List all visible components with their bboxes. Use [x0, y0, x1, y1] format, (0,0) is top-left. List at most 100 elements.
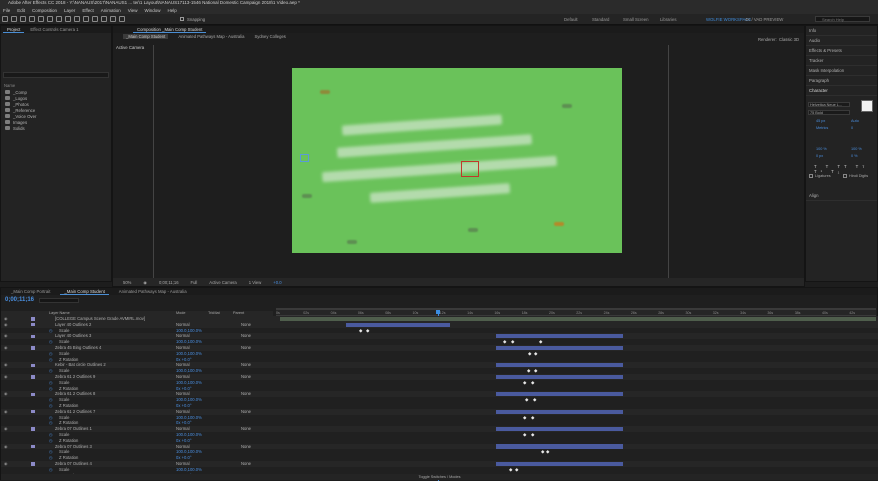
font-style-select[interactable]: 75 Bold: [808, 110, 850, 115]
col-trkmat[interactable]: TrkMat: [208, 311, 220, 315]
anchor-point-box[interactable]: [461, 161, 479, 177]
hindi-digits-checkbox[interactable]: [843, 174, 847, 178]
tab-main-comp-student[interactable]: _Main Comp Student: [60, 289, 109, 295]
kerning-value[interactable]: Metrics: [816, 126, 828, 130]
tracking-value[interactable]: 0: [851, 126, 853, 130]
panel-audio[interactable]: Audio: [806, 36, 877, 46]
label-color-icon[interactable]: [31, 409, 35, 414]
layer-duration-bar[interactable]: [496, 334, 623, 339]
search-help-input[interactable]: Search Help: [815, 16, 870, 22]
label-color-icon[interactable]: [31, 317, 35, 321]
zoom-tool-icon[interactable]: [20, 16, 26, 22]
label-color-icon[interactable]: [31, 363, 35, 368]
type-tool-icon[interactable]: [74, 16, 80, 22]
composition-viewer-canvas[interactable]: [292, 68, 622, 253]
vertical-scale-value[interactable]: 100 %: [816, 147, 827, 151]
col-parent[interactable]: Parent: [233, 311, 244, 315]
workspace-standard[interactable]: Standard: [592, 17, 609, 22]
breadcrumb-main-comp[interactable]: _Main Comp Student: [123, 33, 169, 39]
panel-mask-interpolation[interactable]: Mask Interpolation: [806, 66, 877, 76]
playhead-handle[interactable]: [436, 310, 440, 314]
name-column-header[interactable]: Name: [4, 83, 15, 88]
menu-help[interactable]: Help: [167, 8, 176, 13]
label-color-icon[interactable]: [31, 334, 35, 339]
label-color-icon[interactable]: [31, 346, 35, 350]
layer-duration-bar[interactable]: [496, 392, 623, 397]
font-size-value[interactable]: 45 px: [816, 119, 825, 123]
view-dropdown[interactable]: Active Camera: [209, 280, 236, 285]
layer-duration-bar[interactable]: [496, 363, 623, 368]
layer-duration-bar[interactable]: [346, 322, 450, 327]
menu-file[interactable]: File: [3, 8, 10, 13]
tab-project[interactable]: Project: [3, 27, 25, 33]
snapping-checkbox[interactable]: [180, 17, 184, 21]
menu-view[interactable]: View: [128, 8, 138, 13]
selection-tool-icon[interactable]: [2, 16, 8, 22]
breadcrumb-sydney[interactable]: Sydney Colleges: [254, 34, 285, 39]
layer-duration-bar[interactable]: [496, 444, 623, 449]
layer-duration-bar[interactable]: [496, 461, 623, 466]
menu-edit[interactable]: Edit: [17, 8, 25, 13]
panel-tracker[interactable]: Tracker: [806, 56, 877, 66]
hand-tool-icon[interactable]: [11, 16, 17, 22]
label-color-icon[interactable]: [31, 322, 35, 327]
layer-duration-bar[interactable]: [280, 316, 876, 321]
menu-layer[interactable]: Layer: [64, 8, 75, 13]
tab-animated-pathways[interactable]: Animated Pathways Map - Australia: [115, 289, 191, 295]
horizontal-scale-value[interactable]: 100 %: [851, 147, 862, 151]
timeline-search-input[interactable]: [39, 298, 79, 303]
label-color-icon[interactable]: [31, 427, 35, 431]
roto-brush-tool-icon[interactable]: [110, 16, 116, 22]
camera-tool-icon[interactable]: [38, 16, 44, 22]
panel-character[interactable]: Character: [806, 86, 877, 96]
label-color-icon[interactable]: [31, 462, 35, 466]
layer-duration-bar[interactable]: [496, 374, 623, 379]
pan-behind-tool-icon[interactable]: [47, 16, 53, 22]
exposure-value[interactable]: +0.0: [273, 280, 281, 285]
pen-tool-icon[interactable]: [65, 16, 71, 22]
clone-tool-icon[interactable]: [92, 16, 98, 22]
faux-style-buttons[interactable]: T T TT Tт T¹ T₁: [814, 164, 877, 174]
renderer-value[interactable]: Classic 3D: [779, 37, 799, 42]
camera-snapshot-icon[interactable]: ◉: [143, 280, 147, 285]
views-layout-dropdown[interactable]: 1 View: [249, 280, 262, 285]
tsume-value[interactable]: 0 %: [851, 154, 858, 158]
brush-tool-icon[interactable]: [83, 16, 89, 22]
toggle-switches-modes[interactable]: Toggle Switches / Modes: [1, 474, 878, 480]
rectangle-tool-icon[interactable]: [56, 16, 62, 22]
menu-composition[interactable]: Composition: [32, 8, 57, 13]
workspace-4k-preview[interactable]: 4K / VAD PREVIEW: [745, 17, 783, 22]
rotate-tool-icon[interactable]: [29, 16, 35, 22]
puppet-tool-icon[interactable]: [119, 16, 125, 22]
resolution-dropdown[interactable]: Full: [191, 280, 198, 285]
tab-effect-controls[interactable]: Effect Controls Camera 1: [26, 27, 82, 33]
label-color-icon[interactable]: [31, 375, 35, 379]
layer-duration-bar[interactable]: [496, 409, 623, 414]
timeline-timecode[interactable]: 0;00;11;16: [5, 297, 34, 303]
font-family-select[interactable]: Helvetica Neue L...: [808, 102, 850, 107]
col-layer-name[interactable]: Layer Name: [49, 311, 70, 315]
workspace-libraries[interactable]: Libraries: [660, 17, 676, 22]
tab-composition[interactable]: Composition _Main Comp Student: [133, 27, 207, 33]
panel-effects-presets[interactable]: Effects & Presets: [806, 46, 877, 56]
ligatures-checkbox[interactable]: [809, 174, 813, 178]
magnification-dropdown[interactable]: 50%: [123, 280, 131, 285]
workspace-default[interactable]: Default: [564, 17, 578, 22]
menu-animation[interactable]: Animation: [101, 8, 121, 13]
eraser-tool-icon[interactable]: [101, 16, 107, 22]
current-time[interactable]: 0;00;11;16: [159, 280, 178, 285]
layer-duration-bar[interactable]: [496, 345, 623, 350]
folder-item[interactable]: Solids: [1, 125, 111, 131]
project-search-input[interactable]: [3, 72, 109, 78]
breadcrumb-pathways[interactable]: Animated Pathways Map - Australia: [178, 34, 244, 39]
label-color-icon[interactable]: [31, 444, 35, 449]
panel-align[interactable]: Align: [806, 191, 877, 201]
menu-window[interactable]: Window: [144, 8, 160, 13]
panel-info[interactable]: Info: [806, 26, 877, 36]
col-mode[interactable]: Mode: [176, 311, 186, 315]
leading-value[interactable]: Auto: [851, 119, 859, 123]
workspace-small-screen[interactable]: Small Screen: [623, 17, 649, 22]
fill-color-swatch[interactable]: [861, 100, 873, 112]
label-color-icon[interactable]: [31, 392, 35, 397]
baseline-shift-value[interactable]: 0 px: [816, 154, 823, 158]
